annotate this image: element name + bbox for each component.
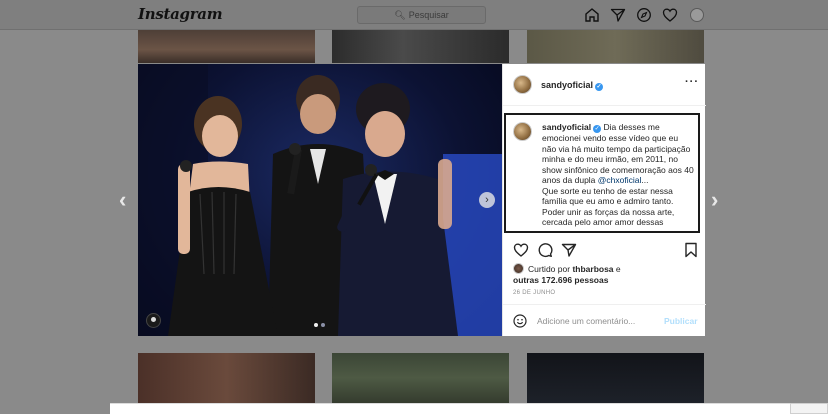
bottom-browser-button[interactable] xyxy=(790,403,828,414)
likes-others-link[interactable]: outras 172.696 pessoas xyxy=(513,275,608,285)
explore-icon[interactable] xyxy=(636,7,652,23)
stage-photo-illustration xyxy=(138,64,502,336)
caption-mention-link[interactable]: @chxoficial xyxy=(598,175,642,185)
grid-thumbnail[interactable] xyxy=(527,353,704,403)
caption-username[interactable]: sandyoficial xyxy=(542,122,591,132)
caption-avatar[interactable] xyxy=(513,122,532,141)
share-direct-icon[interactable] xyxy=(561,242,577,258)
more-options-icon[interactable]: ··· xyxy=(685,76,699,88)
caption-box: sandyoficial ✓ Dia desses me emocionei ve… xyxy=(504,113,700,233)
carousel-dot xyxy=(321,323,325,327)
grid-thumbnail[interactable] xyxy=(527,30,704,63)
verified-badge-icon: ✓ xyxy=(595,83,604,91)
carousel-next-chevron-icon[interactable]: › xyxy=(479,192,495,208)
search-placeholder: Pesquisar xyxy=(408,10,449,20)
carousel-dot-active xyxy=(314,323,318,327)
top-navbar: Instagram 🔍︎ Pesquisar xyxy=(0,0,828,30)
search-input[interactable]: 🔍︎ Pesquisar xyxy=(357,6,486,24)
like-heart-icon[interactable] xyxy=(513,242,529,258)
caption-ellipsis: ... xyxy=(641,175,649,185)
liker-avatar[interactable] xyxy=(513,263,524,274)
bottom-browser-bar xyxy=(110,403,790,414)
author-avatar[interactable] xyxy=(513,75,532,94)
likes-connector: e xyxy=(615,264,621,274)
publish-button[interactable]: Publicar xyxy=(664,316,698,326)
tagged-users-icon[interactable] xyxy=(146,313,161,328)
next-post-chevron-icon[interactable]: › xyxy=(711,189,718,211)
post-actions xyxy=(513,242,699,260)
grid-thumbnail[interactable] xyxy=(138,30,315,63)
post-side-panel: sandyoficial ✓ ··· sandyoficial ✓ Dia dess… xyxy=(502,64,706,336)
caption-text: sandyoficial ✓ Dia desses me emocionei ve… xyxy=(542,122,694,228)
carousel-dots xyxy=(314,323,325,327)
author-username-text[interactable]: sandyoficial xyxy=(541,80,593,90)
grid-thumbnail[interactable] xyxy=(332,353,509,403)
likes-summary: Curtido por thbarbosa e outras 172.696 p… xyxy=(513,263,699,286)
direct-icon[interactable] xyxy=(610,7,626,23)
post-photo xyxy=(138,64,502,336)
liker-username[interactable]: thbarbosa xyxy=(572,264,613,274)
activity-heart-icon[interactable] xyxy=(662,7,678,23)
emoji-smile-icon[interactable] xyxy=(513,314,527,328)
author-username[interactable]: sandyoficial ✓ xyxy=(541,80,604,91)
home-icon[interactable] xyxy=(584,7,600,23)
previous-post-chevron-icon[interactable]: ‹ xyxy=(119,189,126,211)
search-icon: 🔍︎ xyxy=(394,10,406,20)
profile-avatar[interactable] xyxy=(690,8,704,22)
save-bookmark-icon[interactable] xyxy=(683,242,699,258)
nav-icons xyxy=(584,7,704,23)
comment-bar: Adicione um comentário... Publicar xyxy=(503,304,706,336)
caption-body-2: Que sorte eu tenho de estar nessa famíli… xyxy=(542,185,675,228)
post-date[interactable]: 26 DE JUNHO xyxy=(513,290,555,296)
likes-prefix: Curtido por xyxy=(528,264,571,274)
post-header: sandyoficial ✓ ··· xyxy=(503,64,706,106)
verified-badge-icon: ✓ xyxy=(593,125,602,133)
grid-thumbnail[interactable] xyxy=(332,30,509,63)
comment-input[interactable]: Adicione um comentário... xyxy=(537,316,635,326)
instagram-logo[interactable]: Instagram xyxy=(138,5,223,23)
comment-icon[interactable] xyxy=(537,242,553,258)
grid-thumbnail[interactable] xyxy=(138,353,315,403)
